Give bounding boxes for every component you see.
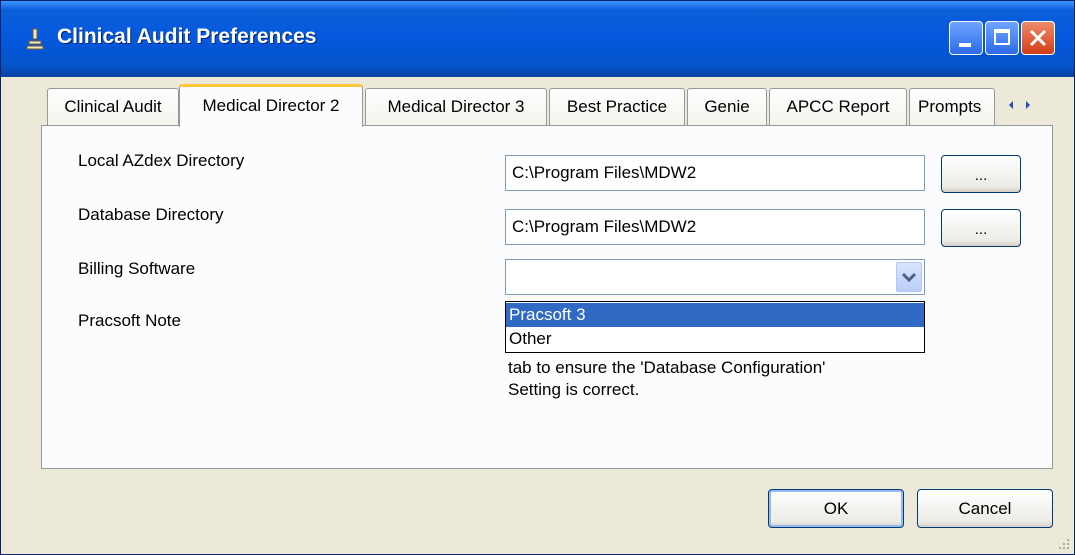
billing-dropdown-list: Pracsoft 3 Other	[505, 301, 925, 353]
pracsoft-note-line: Setting is correct.	[508, 380, 640, 399]
window-title: Clinical Audit Preferences	[57, 25, 317, 48]
billing-option-pracsoft-3[interactable]: Pracsoft 3	[506, 303, 924, 327]
tab-best-practice[interactable]: Best Practice	[549, 88, 685, 125]
resize-grip-icon[interactable]	[1056, 536, 1070, 550]
database-directory-browse-button[interactable]: ...	[941, 209, 1021, 247]
chevron-left-icon[interactable]	[1004, 98, 1018, 112]
close-button[interactable]	[1021, 21, 1055, 55]
database-directory-label: Database Directory	[78, 205, 224, 224]
microscope-icon	[26, 28, 44, 50]
ok-button[interactable]: OK	[768, 489, 904, 528]
dialog-body: Clinical Audit Medical Director 2 Medica…	[1, 77, 1074, 554]
tab-apcc-report[interactable]: APCC Report	[769, 88, 907, 125]
pracsoft-note-text: tab to ensure the 'Database Configuratio…	[508, 357, 825, 401]
billing-option-other[interactable]: Other	[506, 327, 924, 351]
maximize-button[interactable]	[985, 21, 1019, 55]
tab-panel-medical-director-2: Local AZdex Directory C:\Program Files\M…	[41, 125, 1053, 469]
local-azdex-field[interactable]: C:\Program Files\MDW2	[505, 155, 925, 191]
local-azdex-label: Local AZdex Directory	[78, 151, 245, 170]
billing-dropdown-button[interactable]	[896, 262, 922, 292]
chevron-right-icon[interactable]	[1021, 98, 1035, 112]
billing-software-select[interactable]	[505, 259, 925, 295]
tab-clinical-audit[interactable]: Clinical Audit	[47, 88, 179, 125]
chevron-down-icon	[901, 272, 917, 283]
cancel-button[interactable]: Cancel	[917, 489, 1053, 528]
pracsoft-note-line: tab to ensure the 'Database Configuratio…	[508, 358, 826, 377]
tab-genie[interactable]: Genie	[687, 88, 767, 125]
minimize-button[interactable]	[949, 21, 983, 55]
pracsoft-note-label: Pracsoft Note	[78, 311, 181, 330]
preferences-window: Clinical Audit Preferences Clinical Audi…	[0, 0, 1075, 555]
billing-software-label: Billing Software	[78, 259, 196, 278]
maximize-icon	[994, 29, 1010, 45]
local-azdex-browse-button[interactable]: ...	[941, 155, 1021, 193]
tab-medical-director-2[interactable]: Medical Director 2	[179, 84, 363, 127]
tab-prompts[interactable]: Prompts	[909, 88, 995, 125]
database-directory-field[interactable]: C:\Program Files\MDW2	[505, 209, 925, 245]
minimize-icon	[959, 43, 971, 47]
tab-medical-director-3[interactable]: Medical Director 3	[365, 88, 547, 125]
title-bar[interactable]: Clinical Audit Preferences	[1, 1, 1074, 77]
close-icon	[1029, 29, 1047, 47]
